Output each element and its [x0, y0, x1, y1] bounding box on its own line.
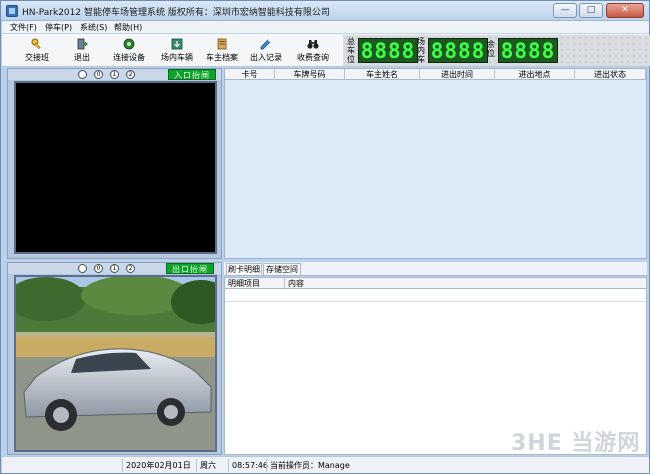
- remaining-display: 8888: [498, 38, 558, 63]
- watermark-text: 3HE 当游网: [511, 431, 641, 456]
- detail-tabs: 刷卡明细 存储空间: [224, 262, 647, 276]
- total-spaces-display: 8888: [358, 38, 418, 63]
- menu-help[interactable]: 帮助(H): [114, 22, 142, 33]
- parked-cars-icon: [171, 38, 183, 50]
- entry-video-screen: [14, 81, 217, 254]
- col-owner-name[interactable]: 车主姓名: [345, 69, 420, 80]
- counter-panel: 总车位 8888 场内车 8888 余位 8888: [343, 35, 650, 66]
- records-table-header: 卡号 车牌号码 车主姓名 进出时间 进出地点 进出状态: [225, 69, 646, 80]
- owner-archive-label: 车主档案: [206, 53, 238, 62]
- exit-camera-panel: 0 1 2 出口抬闸: [7, 262, 222, 455]
- owner-archive-button[interactable]: 车主档案: [202, 35, 242, 66]
- col-detail-content[interactable]: 内容: [285, 278, 645, 289]
- car-photo-image: [16, 277, 215, 450]
- toolbar: 交接班 退出 连接设备 场内车辆 车主档案 出入记录 收费查询 总车位 8888…: [2, 34, 650, 67]
- tab-card-detail[interactable]: 刷卡明细: [226, 263, 262, 275]
- parked-cars-button[interactable]: 场内车辆: [154, 35, 200, 66]
- exit-label: 退出: [74, 53, 90, 62]
- menu-bar: 文件(F) 停车(P) 系统(S) 帮助(H): [2, 21, 649, 34]
- connect-device-label: 连接设备: [113, 53, 145, 62]
- exit-camera-radio-0[interactable]: [78, 264, 87, 273]
- fee-query-label: 收费查询: [297, 53, 329, 62]
- access-record-label: 出入记录: [250, 53, 282, 62]
- in-lot-label: 场内车: [417, 37, 425, 64]
- status-operator: 当前操作员：Manage: [266, 459, 386, 472]
- col-detail-item[interactable]: 明细项目: [225, 278, 285, 289]
- exit-camera-radio-1[interactable]: 1: [110, 264, 119, 273]
- entry-camera-radio-0b[interactable]: 0: [94, 70, 103, 79]
- records-table: 卡号 车牌号码 车主姓名 进出时间 进出地点 进出状态: [224, 68, 647, 259]
- exit-camera-radio-0b[interactable]: 0: [94, 264, 103, 273]
- exit-camera-header: 0 1 2 出口抬闸: [8, 263, 221, 274]
- entry-camera-panel: 0 1 2 入口抬闸: [7, 68, 222, 259]
- watermark: 3HE 当游网: [511, 425, 641, 456]
- remaining-label: 余位: [487, 40, 495, 58]
- exit-snapshot-photo: [14, 275, 217, 452]
- owner-archive-icon: [217, 38, 227, 50]
- fee-query-button[interactable]: 收费查询: [290, 35, 336, 66]
- status-date: 2020年02月01日: [122, 459, 191, 472]
- exit-door-icon: [77, 38, 88, 50]
- entry-camera-header: 0 1 2 入口抬闸: [8, 69, 221, 80]
- access-record-icon: [260, 39, 271, 50]
- app-icon: [6, 5, 18, 17]
- menu-parking[interactable]: 停车(P): [45, 22, 72, 33]
- exit-gate-button[interactable]: 出口抬闸: [166, 263, 214, 274]
- tab-storage-space[interactable]: 存储空间: [263, 263, 301, 275]
- entry-camera-radio-2[interactable]: 2: [126, 70, 135, 79]
- parked-cars-label: 场内车辆: [161, 53, 193, 62]
- entry-gate-button[interactable]: 入口抬闸: [168, 69, 216, 80]
- window-title: HN-Park2012 智能停车场管理系统 版权所有：深圳市宏纳智能科技有限公司: [22, 8, 330, 18]
- detail-table-header: 明细项目 内容: [225, 278, 646, 289]
- in-lot-display: 8888: [428, 38, 488, 63]
- access-record-button[interactable]: 出入记录: [246, 35, 286, 66]
- minimize-button[interactable]: —: [553, 3, 577, 18]
- key-icon: [31, 38, 41, 50]
- status-time: 08:57:46: [228, 459, 268, 472]
- maximize-button[interactable]: □: [579, 3, 603, 18]
- exit-camera-radio-2[interactable]: 2: [126, 264, 135, 273]
- exit-button[interactable]: 退出: [62, 35, 102, 66]
- menu-system[interactable]: 系统(S): [80, 22, 107, 33]
- app-window: HN-Park2012 智能停车场管理系统 版权所有：深圳市宏纳智能科技有限公司…: [0, 0, 650, 474]
- close-button[interactable]: ✕: [606, 3, 644, 18]
- status-blank: [2, 459, 122, 472]
- shift-handover-label: 交接班: [25, 53, 49, 62]
- entry-camera-radio-0[interactable]: [78, 70, 87, 79]
- binoculars-icon: [307, 40, 319, 49]
- col-card-number[interactable]: 卡号: [225, 69, 275, 80]
- status-weekday: 周六: [196, 459, 224, 472]
- col-plate-number[interactable]: 车牌号码: [275, 69, 345, 80]
- col-in-out-location[interactable]: 进出地点: [495, 69, 575, 80]
- connect-device-icon: [123, 38, 135, 50]
- menu-file[interactable]: 文件(F): [10, 22, 37, 33]
- status-bar: 2020年02月01日 周六 08:57:46 当前操作员：Manage: [2, 456, 649, 473]
- shift-handover-button[interactable]: 交接班: [14, 35, 60, 66]
- total-spaces-label: 总车位: [347, 37, 355, 64]
- entry-camera-radio-1[interactable]: 1: [110, 70, 119, 79]
- title-bar: HN-Park2012 智能停车场管理系统 版权所有：深圳市宏纳智能科技有限公司…: [1, 1, 649, 21]
- detail-row-divider: [225, 301, 646, 302]
- connect-device-button[interactable]: 连接设备: [106, 35, 152, 66]
- col-in-out-time[interactable]: 进出时间: [420, 69, 495, 80]
- col-in-out-status[interactable]: 进出状态: [575, 69, 646, 80]
